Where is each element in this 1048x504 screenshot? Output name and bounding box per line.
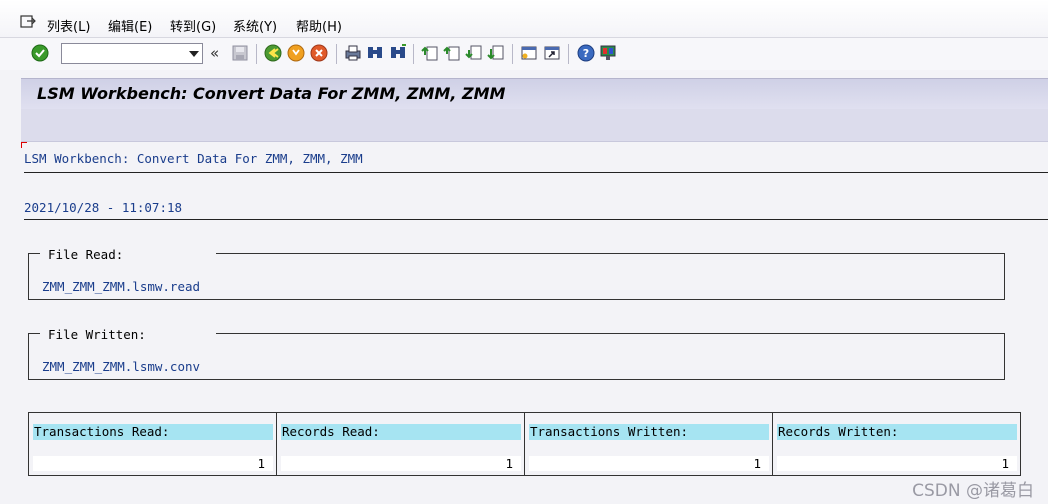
page-title: LSM Workbench: Convert Data For ZMM, ZMM… [37, 84, 506, 103]
history-icon[interactable]: « [210, 44, 219, 62]
menu-bar: 列表(L) 编辑(E) 转到(G) 系统(Y) 帮助(H) [0, 0, 1048, 38]
find-icon[interactable] [366, 44, 384, 62]
toolbar-separator [336, 44, 337, 64]
menu-item-help[interactable]: 帮助(H) [296, 16, 342, 35]
new-session-icon[interactable] [520, 44, 538, 62]
print-icon[interactable] [344, 44, 362, 62]
shortcut-icon[interactable] [543, 44, 561, 62]
help-icon[interactable]: ? [577, 44, 595, 62]
menu-item-edit[interactable]: 编辑(E) [108, 16, 152, 35]
title-bar: LSM Workbench: Convert Data For ZMM, ZMM… [21, 78, 1048, 109]
last-page-icon[interactable] [487, 44, 505, 62]
report-header: LSM Workbench: Convert Data For ZMM, ZMM… [24, 151, 363, 166]
toolbar-separator [256, 44, 257, 64]
save-icon[interactable] [231, 44, 249, 62]
stat-value: 1 [529, 456, 769, 471]
enter-check-icon[interactable] [31, 44, 49, 62]
file-written-value: ZMM_ZMM_ZMM.lsmw.conv [42, 359, 201, 374]
stat-value: 1 [33, 456, 273, 471]
frame-border [28, 253, 40, 254]
frame-border [216, 333, 1005, 334]
stat-label: Transactions Written: [529, 424, 769, 440]
toolbar-separator [413, 44, 414, 64]
stat-label: Transactions Read: [33, 424, 273, 440]
previous-page-icon[interactable] [443, 44, 461, 62]
stat-label: Records Read: [281, 424, 521, 440]
divider [24, 219, 1048, 220]
divider [24, 172, 1048, 173]
frame-border [216, 253, 1005, 254]
stat-value: 1 [777, 456, 1017, 471]
menu-exit-icon[interactable] [20, 15, 36, 29]
menu-item-system[interactable]: 系统(Y) [233, 16, 277, 35]
find-next-icon[interactable] [389, 44, 407, 62]
statistics-table: Transactions Read: 1 Records Read: 1 Tra… [28, 412, 1021, 476]
chevron-down-icon[interactable] [189, 51, 199, 57]
first-page-icon[interactable] [421, 44, 439, 62]
toolbar-separator [512, 44, 513, 64]
frame-border [28, 333, 40, 334]
focus-marker [21, 142, 27, 148]
stat-records-read: Records Read: 1 [277, 413, 525, 475]
command-field[interactable] [61, 43, 203, 64]
stat-records-written: Records Written: 1 [773, 413, 1020, 475]
watermark: CSDN @诸葛白 [912, 481, 1034, 501]
customize-layout-icon[interactable] [599, 44, 617, 62]
file-read-value: ZMM_ZMM_ZMM.lsmw.read [42, 279, 201, 294]
cancel-icon[interactable] [310, 44, 328, 62]
svg-text:?: ? [583, 47, 589, 60]
toolbar-separator [568, 44, 569, 64]
application-toolbar [21, 109, 1048, 142]
stat-transactions-written: Transactions Written: 1 [525, 413, 773, 475]
timestamp: 2021/10/28 - 11:07:18 [24, 200, 183, 215]
file-written-label: File Written: [48, 327, 146, 342]
stat-value: 1 [281, 456, 521, 471]
file-read-label: File Read: [48, 247, 124, 262]
stat-transactions-read: Transactions Read: 1 [29, 413, 277, 475]
menu-item-goto[interactable]: 转到(G) [170, 16, 216, 35]
menu-item-list[interactable]: 列表(L) [47, 16, 90, 35]
back-icon[interactable] [264, 44, 282, 62]
stat-label: Records Written: [777, 424, 1017, 440]
exit-icon[interactable] [287, 44, 305, 62]
next-page-icon[interactable] [465, 44, 483, 62]
